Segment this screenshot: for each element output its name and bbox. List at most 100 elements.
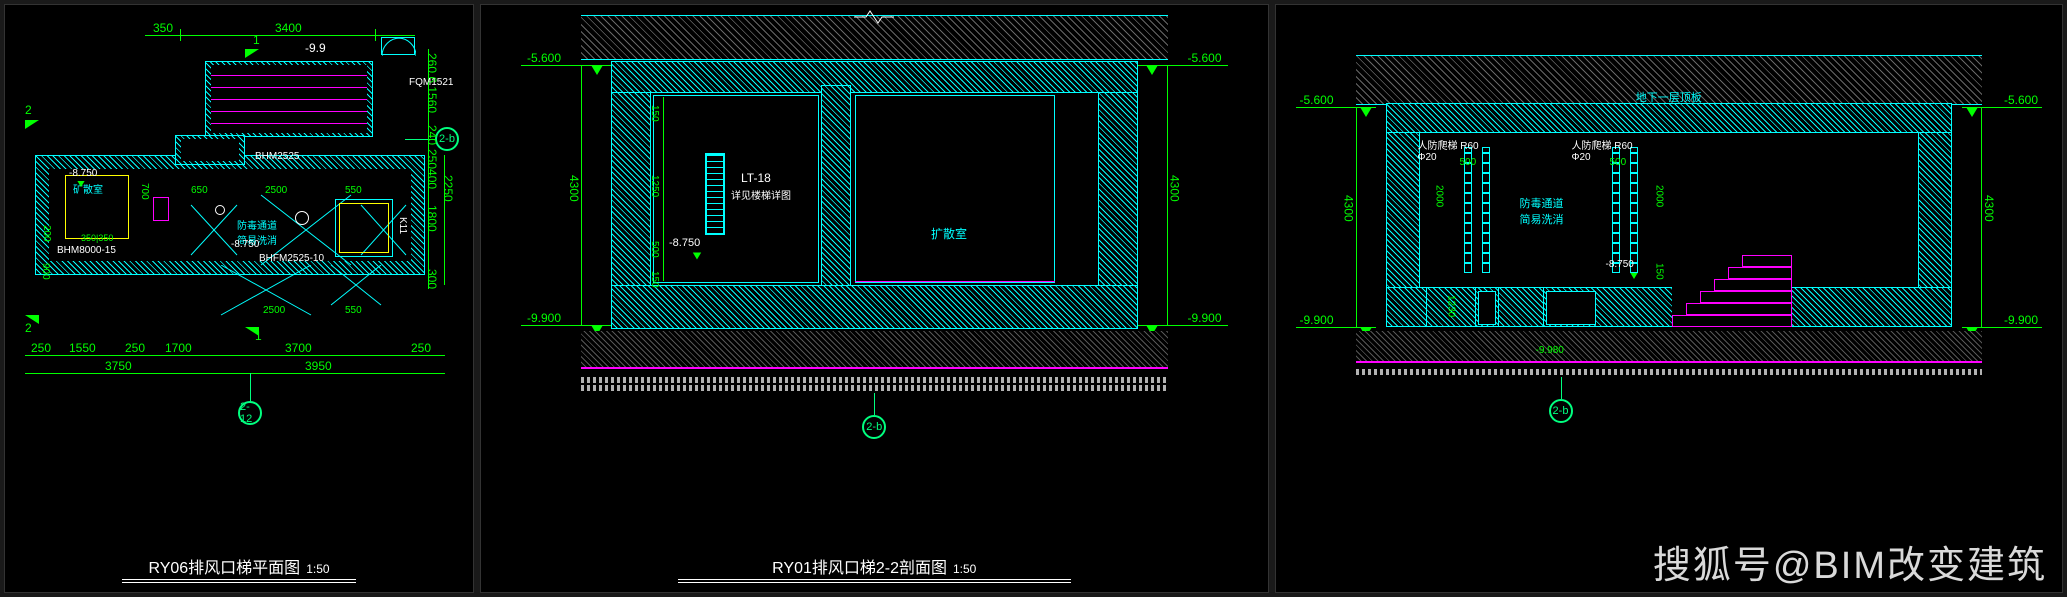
- dim-text: 1550: [69, 341, 96, 355]
- dim-text: 500: [1460, 157, 1477, 168]
- elev-text: -8.750: [231, 239, 259, 250]
- section-num: 1: [253, 33, 260, 47]
- dim-text: 2250: [441, 175, 455, 202]
- dim-text: 4300: [1982, 195, 1996, 222]
- dim-text: 250: [125, 341, 145, 355]
- dim-text: 150: [649, 271, 660, 288]
- louver-grille: [705, 153, 725, 235]
- elev-marker-icon: [1966, 107, 1978, 117]
- dim-text: 3950: [305, 359, 332, 373]
- elev-text: -9.9: [305, 41, 326, 55]
- door-arcs-lower: [181, 265, 411, 325]
- dim-text: 700: [139, 183, 150, 200]
- dim-text: 350: [153, 21, 173, 35]
- section-wall: [821, 85, 851, 315]
- elev-text: -5.600: [1300, 93, 1334, 107]
- elev-marker-icon: [77, 181, 84, 187]
- water-line-icon: [581, 377, 1168, 383]
- room-label: 防毒通道 简易洗消: [1520, 195, 1564, 227]
- callout-bubble: 2-12: [238, 401, 262, 425]
- section-wall: [611, 61, 1138, 93]
- section-num: 2: [25, 321, 32, 335]
- elev-text: -9.900: [1187, 311, 1221, 325]
- dim-text: 200: [41, 225, 52, 242]
- dim-text: 3400: [275, 21, 302, 35]
- elev-text: -9.900: [2004, 313, 2038, 327]
- dim-text: 500: [1610, 157, 1627, 168]
- break-line-icon: [854, 9, 894, 25]
- callout-bubble: 2-b: [862, 415, 886, 439]
- ladder-icon: [1482, 147, 1490, 273]
- floor-layer: [581, 331, 1168, 367]
- floor-layer: [1356, 331, 1983, 361]
- dim-text: 2500: [263, 305, 285, 316]
- pit-wall: [1498, 287, 1544, 327]
- elev-text: -8.750: [669, 237, 700, 249]
- dim-text: 650: [191, 185, 208, 196]
- dim-text: 250400: [425, 149, 439, 189]
- drawing-title: RY01排风口梯2-2剖面图1:50: [481, 554, 1268, 578]
- ladder-icon: [1630, 147, 1638, 273]
- stair-section: [1672, 251, 1792, 327]
- callout-bubble: 2-b: [1549, 399, 1573, 423]
- dim-text: 4300: [1342, 195, 1356, 222]
- dim-text: 2000: [1654, 185, 1665, 207]
- dim-text: 240: [425, 125, 439, 145]
- dim-text: 150: [649, 105, 660, 122]
- elev-marker-icon: [1360, 107, 1372, 117]
- water-line-icon: [1356, 369, 1983, 375]
- door-symbol: [381, 37, 415, 55]
- section-flag: [25, 120, 39, 129]
- dim-text: 4300: [1168, 175, 1182, 202]
- dim-text: 2000: [1434, 185, 1445, 207]
- section-flag: [245, 49, 259, 58]
- section-wall: [1386, 103, 1953, 133]
- dim-text: 1800: [425, 205, 439, 232]
- dim-text: 250: [31, 341, 51, 355]
- section-3-panel: 地下一层顶板 -5.600 -5.600 4300 4300 人防爬梯 R60 …: [1275, 4, 2064, 593]
- dim-text: 150: [1654, 263, 1665, 280]
- dim-text: 1230: [1446, 295, 1457, 317]
- equip-label: BHM8000-15: [57, 245, 116, 256]
- elev-text: -5.600: [1187, 51, 1221, 65]
- water-line-icon: [581, 385, 1168, 391]
- dim-text: 300: [425, 269, 439, 289]
- dim-text: 1250: [649, 175, 660, 197]
- watermark-text: 搜狐号@BIM改变建筑: [1653, 534, 2047, 589]
- equip-label: BHFM2525-10: [259, 253, 324, 264]
- plan-view-panel: 350 3400 -9.9 1 2 2 2-b 260.6 1560 240 2…: [4, 4, 474, 593]
- dim-text: 4300: [567, 175, 581, 202]
- section-num: 2: [25, 103, 32, 117]
- elev-text: -8.750: [1606, 259, 1634, 270]
- dim-text: 3700: [285, 341, 312, 355]
- elev-marker-icon: [591, 65, 603, 75]
- dim-text: 350|350: [81, 233, 113, 243]
- door-label: FQM1521: [409, 77, 453, 88]
- elev-text: -9.900: [1300, 313, 1334, 327]
- elev-text: -8.750: [69, 168, 97, 179]
- dim-text: 550: [345, 305, 362, 316]
- elev-text: -9.900: [527, 311, 561, 325]
- dim-text: 550: [345, 185, 362, 196]
- shaft-label: K11: [397, 217, 408, 234]
- section-wall: [611, 285, 1138, 329]
- equip-label: BHM2525: [255, 151, 299, 162]
- dim-text: 250: [411, 341, 431, 355]
- section-2-panel: -5.600 -5.600 4300 4300 150 1250 500 150…: [480, 4, 1269, 593]
- room-label: 扩散室: [931, 225, 967, 242]
- dim-text: 2500: [265, 185, 287, 196]
- drain-icon: [215, 205, 225, 215]
- elev-text: -5.600: [2004, 93, 2038, 107]
- elev-marker-icon: [1630, 273, 1637, 279]
- dim-text: 3750: [105, 359, 132, 373]
- elev-marker-icon: [693, 253, 701, 260]
- dim-text: 1700: [165, 341, 192, 355]
- dim-text: 500: [649, 241, 660, 258]
- stair-ref-note: 详见楼梯详图: [731, 187, 791, 202]
- fixture: [153, 197, 169, 221]
- elev-text: -9.980: [1536, 345, 1564, 356]
- elev-marker-icon: [1146, 65, 1158, 75]
- elev-text: -5.600: [527, 51, 561, 65]
- drawing-title: RY06排风口梯平面图1:50: [5, 554, 473, 578]
- dim-text: 900: [40, 263, 51, 280]
